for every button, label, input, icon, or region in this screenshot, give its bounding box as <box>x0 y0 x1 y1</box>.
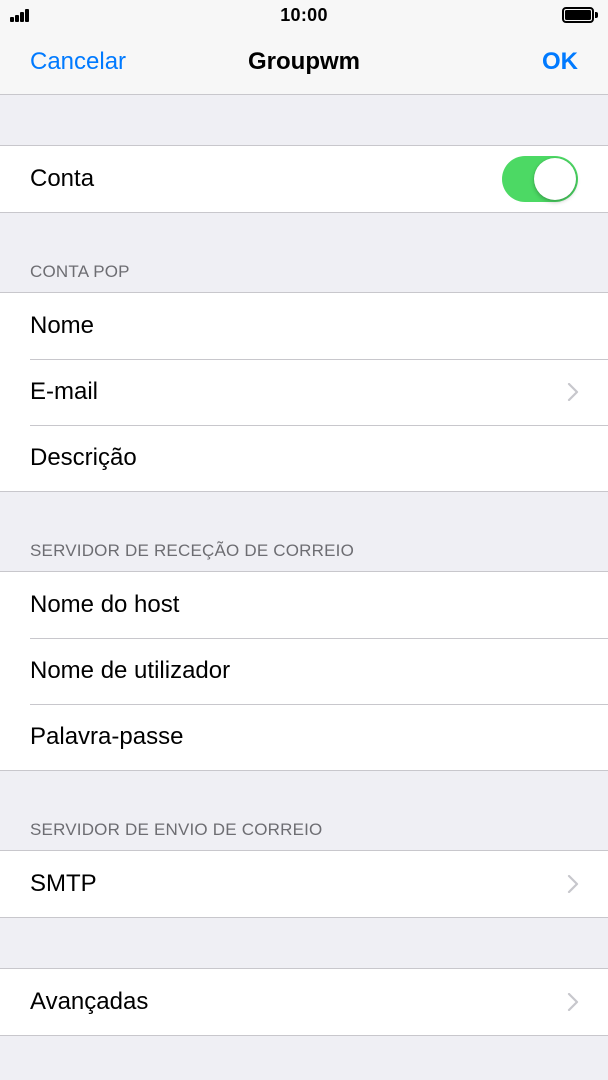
row-password[interactable]: Palavra-passe <box>0 704 608 770</box>
status-time: 10:00 <box>280 5 328 25</box>
navigation-bar: Cancelar Groupwm OK <box>0 30 608 95</box>
row-label: Avançadas <box>30 988 149 1015</box>
chevron-right-icon <box>567 993 579 1011</box>
row-label: Palavra-passe <box>30 723 184 750</box>
battery-full-icon <box>562 7 598 23</box>
section-header-outgoing-server: SERVIDOR DE ENVIO DE CORREIO <box>30 820 323 839</box>
incoming-server-group: Nome do host Nome de utilizador Palavra-… <box>0 571 608 771</box>
account-label: Conta <box>30 165 95 192</box>
row-label: Nome de utilizador <box>30 657 231 684</box>
outgoing-server-group: SMTP <box>0 850 608 918</box>
row-username[interactable]: Nome de utilizador <box>0 638 608 704</box>
status-bar: 10:00 <box>0 0 608 30</box>
chevron-right-icon <box>567 875 579 893</box>
row-description[interactable]: Descrição <box>0 425 608 491</box>
section-header-incoming-server: SERVIDOR DE RECEÇÃO DE CORREIO <box>30 541 355 560</box>
row-label: SMTP <box>30 870 97 897</box>
row-email[interactable]: E-mail <box>0 359 608 425</box>
chevron-right-icon <box>567 383 579 401</box>
row-smtp[interactable]: SMTP <box>0 851 608 917</box>
row-host-name[interactable]: Nome do host <box>0 572 608 638</box>
row-label: E-mail <box>30 378 99 405</box>
row-label: Nome <box>30 312 95 339</box>
account-row: Conta <box>0 146 608 212</box>
advanced-group: Avançadas <box>0 968 608 1036</box>
page-title: Groupwm <box>248 48 360 75</box>
row-name[interactable]: Nome <box>0 293 608 359</box>
ok-button[interactable]: OK <box>542 48 578 76</box>
toggle-knob <box>534 158 576 200</box>
row-advanced[interactable]: Avançadas <box>0 969 608 1035</box>
row-label: Nome do host <box>30 591 180 618</box>
pop-account-group: Nome E-mail Descrição <box>0 292 608 492</box>
section-header-pop-account: CONTA POP <box>30 262 130 281</box>
account-group: Conta <box>0 145 608 213</box>
account-toggle[interactable] <box>502 156 578 202</box>
row-label: Descrição <box>30 444 137 471</box>
